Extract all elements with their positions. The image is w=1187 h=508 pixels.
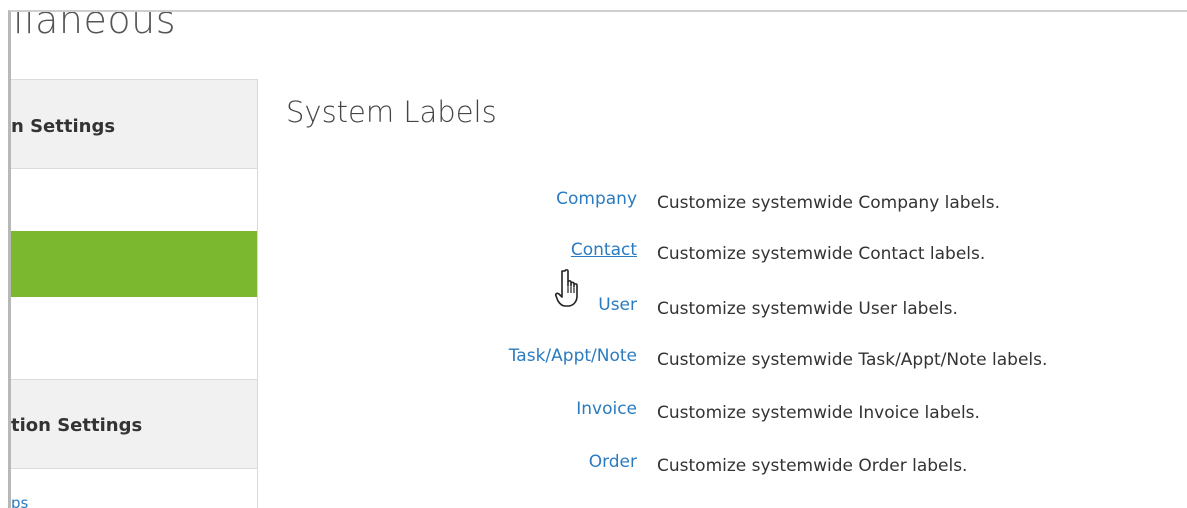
user-description: Customize systemwide User labels. [657,299,958,319]
label-row-user: User [300,295,637,325]
sidebar-item[interactable]: ps [11,469,257,508]
contact-link[interactable]: Contact [571,240,637,260]
hand-pointer-icon [554,269,578,307]
contact-description: Customize systemwide Contact labels. [657,244,986,264]
sidebar-section-header: n Settings [11,79,257,169]
label-row-task: Task/Appt/Note [300,346,637,376]
sidebar-item[interactable] [11,169,257,231]
user-link[interactable]: User [598,295,637,315]
sidebar: n Settings tion Settings ps [11,79,258,508]
order-link[interactable]: Order [589,452,637,472]
invoice-description: Customize systemwide Invoice labels. [657,403,980,423]
sidebar-section-title: n Settings [11,116,116,137]
task-appt-note-description: Customize systemwide Task/Appt/Note labe… [657,350,1048,370]
task-appt-note-link[interactable]: Task/Appt/Note [509,346,637,366]
sidebar-item-link[interactable]: ps [11,494,28,508]
label-row-invoice: Invoice [300,399,637,429]
sidebar-item[interactable] [11,297,257,379]
label-row-order: Order [300,452,637,482]
invoice-link[interactable]: Invoice [576,399,637,419]
section-title: System Labels [286,95,497,129]
sidebar-item-active[interactable] [11,231,257,297]
label-row-contact: Contact [300,240,637,270]
order-description: Customize systemwide Order labels. [657,456,968,476]
sidebar-section-header: tion Settings [11,379,257,469]
company-link[interactable]: Company [556,189,637,209]
sidebar-section-title: tion Settings [11,415,143,436]
page-title: llaneous [13,10,176,42]
main-content: System Labels [286,95,497,129]
company-description: Customize systemwide Company labels. [657,193,1001,213]
label-row-company: Company [300,189,637,219]
